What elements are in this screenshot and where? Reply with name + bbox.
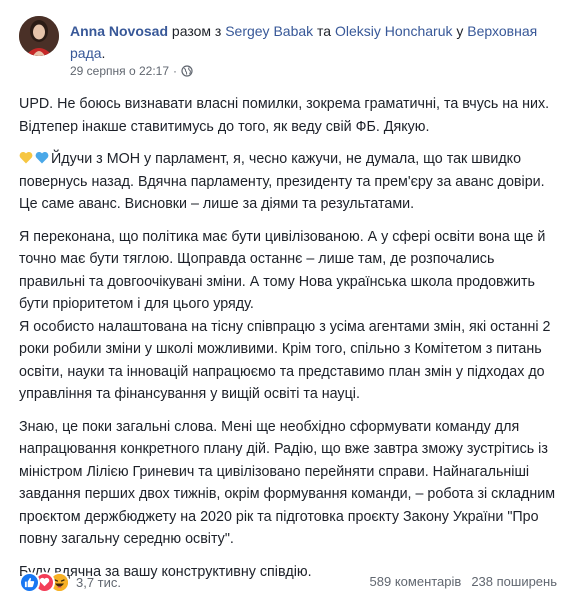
post-body: UPD. Не боюсь визнавати власні помилки, … [19,93,559,593]
post-header: Anna Novosad разом з Sergey Babak та Ole… [19,16,564,82]
facebook-post: Anna Novosad разом з Sergey Babak та Ole… [0,0,574,608]
globe-icon[interactable] [181,65,193,77]
like-icon [19,571,40,593]
post-header-text: Anna Novosad разом з Sergey Babak та Ole… [70,20,560,64]
post-paragraph-1: UPD. Не боюсь визнавати власні помилки, … [19,96,550,135]
with-text: разом з [171,23,222,39]
author-name[interactable]: Anna Novosad [70,23,168,39]
post-timestamp[interactable]: 29 серпня о 22:17 [70,64,169,78]
post-footer: 3,7 тис. 589 коментарів 238 поширень [19,569,557,595]
post-paragraph-2: Йдучи з МОН у парламент, я, чесно кажучи… [19,148,559,216]
reaction-count[interactable]: 3,7 тис. [76,575,121,590]
post-paragraph-4: Знаю, це поки загальні слова. Мені ще не… [19,418,556,548]
meta-separator: · [173,64,178,78]
post-paragraph-3b: Я особисто налаштована на тісну співпрац… [19,318,551,403]
period: . [101,45,106,61]
engagement-counts: 589 коментарів 238 поширень [370,574,557,589]
author-avatar[interactable] [19,16,59,56]
comments-count[interactable]: 589 коментарів [370,574,462,589]
avatar-image [19,16,59,56]
post-paragraph-2-text: Йдучи з МОН у парламент, я, чесно кажучи… [19,151,545,212]
reactions-summary[interactable]: 3,7 тис. [19,571,121,593]
shares-count[interactable]: 238 поширень [471,574,557,589]
yellow-heart-icon [19,149,33,164]
tagged-person-2[interactable]: Oleksiy Honcharuk [335,23,453,39]
blue-heart-icon [35,149,49,164]
post-meta: 29 серпня о 22:17 · [70,64,193,78]
post-paragraph-3: Я переконана, що політика має бути цивіл… [19,226,559,406]
at-text: у [456,23,464,39]
and-text: та [317,23,332,39]
tagged-person-1[interactable]: Sergey Babak [225,23,313,39]
post-paragraph-3a: Я переконана, що політика має бути цивіл… [19,228,546,313]
